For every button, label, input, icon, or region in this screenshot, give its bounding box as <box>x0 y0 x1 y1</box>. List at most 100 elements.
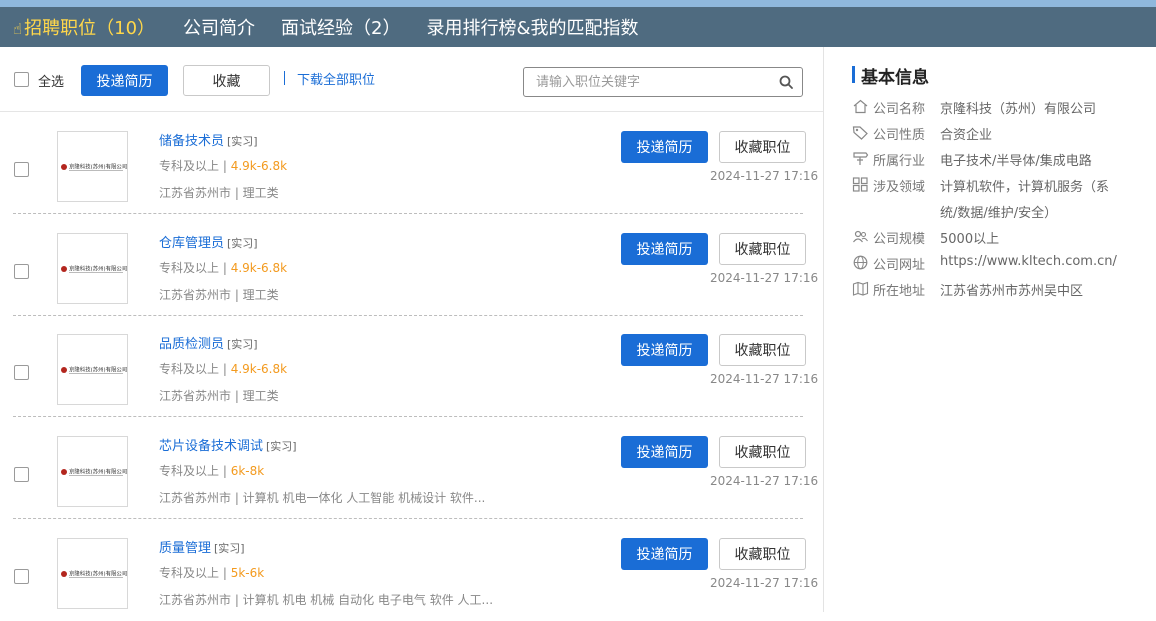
info-value: 5000以上 <box>940 232 1000 247</box>
favorite-job-button[interactable]: 收藏职位 <box>719 436 806 468</box>
company-website-link[interactable]: https://www.kltech.com.cn/ <box>940 254 1117 269</box>
job-post-date: 2024-11-27 17:16 <box>710 372 819 386</box>
job-search-input[interactable] <box>534 74 768 91</box>
job-row: 京隆科技(苏州)有限公司 质量管理 [实习] 专科及以上 | 5k-6k 江苏省苏… <box>0 519 823 621</box>
info-label: 公司网址 <box>873 258 926 273</box>
job-title-text[interactable]: 仓库管理员 <box>159 236 224 251</box>
company-nav-bar: ☝ 招聘职位（10） 公司简介 面试经验（2） 录用排行榜&我的匹配指数 <box>0 7 1156 47</box>
job-salary: 4.9k-6.8k <box>230 159 288 173</box>
apply-button[interactable]: 投递简历 <box>621 334 708 366</box>
company-logo: 京隆科技(苏州)有限公司 <box>57 334 128 405</box>
download-all-jobs-link[interactable]: 下载全部职位 <box>297 69 375 88</box>
job-type-tag: [实习] <box>266 440 297 453</box>
logo-underline <box>69 475 123 476</box>
job-requirement: 专科及以上 | 4.9k-6.8k <box>159 159 288 173</box>
logo-seal-icon <box>61 367 67 373</box>
map-icon <box>852 281 869 296</box>
job-education: 专科及以上 <box>159 464 220 478</box>
apply-button[interactable]: 投递简历 <box>621 538 708 570</box>
select-all-checkbox[interactable] <box>14 72 29 87</box>
favorite-job-button[interactable]: 收藏职位 <box>719 233 806 265</box>
info-label: 所在地址 <box>873 284 926 299</box>
job-title-text[interactable]: 品质检测员 <box>159 337 224 352</box>
apply-button[interactable]: 投递简历 <box>621 131 708 163</box>
job-title[interactable]: 芯片设备技术调试 [实习] <box>159 435 297 454</box>
grid-icon <box>852 177 868 192</box>
toolbar-separator <box>284 71 285 85</box>
tag-icon <box>852 126 868 140</box>
job-type-tag: [实习] <box>227 338 258 351</box>
logo-seal-icon <box>61 164 67 170</box>
job-checkbox[interactable] <box>14 467 29 482</box>
job-title[interactable]: 仓库管理员 [实习] <box>159 232 258 251</box>
info-value: 计算机软件，计算机服务（系 <box>940 180 1110 195</box>
job-row: 京隆科技(苏州)有限公司 仓库管理员 [实习] 专科及以上 | 4.9k-6.8k… <box>0 214 823 316</box>
job-row: 京隆科技(苏州)有限公司 芯片设备技术调试 [实习] 专科及以上 | 6k-8k … <box>0 417 823 519</box>
select-all-label: 全选 <box>38 75 65 90</box>
job-location: 江苏省苏州市 | 理工类 <box>159 288 279 302</box>
job-requirement: 专科及以上 | 4.9k-6.8k <box>159 362 288 376</box>
info-label: 所属行业 <box>873 154 926 169</box>
job-salary: 4.9k-6.8k <box>230 362 288 376</box>
job-post-date: 2024-11-27 17:16 <box>710 474 819 488</box>
search-icon[interactable] <box>779 75 793 89</box>
batch-apply-button[interactable]: 投递简历 <box>81 65 168 96</box>
batch-favorite-button[interactable]: 收藏 <box>183 65 270 96</box>
job-title-text[interactable]: 芯片设备技术调试 <box>159 439 263 454</box>
tab-interview-experience[interactable]: 面试经验（2） <box>281 14 400 40</box>
job-salary: 5k-6k <box>230 566 265 580</box>
logo-seal-icon <box>61 571 67 577</box>
job-location: 江苏省苏州市 | 理工类 <box>159 186 279 200</box>
logo-underline <box>69 373 123 374</box>
job-salary: 6k-8k <box>230 464 265 478</box>
job-title-text[interactable]: 质量管理 <box>159 541 211 556</box>
job-education: 专科及以上 <box>159 159 220 173</box>
job-type-tag: [实习] <box>227 135 258 148</box>
job-post-date: 2024-11-27 17:16 <box>710 576 819 590</box>
info-label: 涉及领域 <box>873 180 926 195</box>
tab-jobs[interactable]: ☝ 招聘职位（10） <box>13 14 155 40</box>
job-requirement: 专科及以上 | 4.9k-6.8k <box>159 261 288 275</box>
job-education: 专科及以上 <box>159 261 220 275</box>
job-row: 京隆科技(苏州)有限公司 储备技术员 [实习] 专科及以上 | 4.9k-6.8k… <box>0 112 823 214</box>
tab-jobs-label: 招聘职位（10） <box>24 18 156 39</box>
job-post-date: 2024-11-27 17:16 <box>710 271 819 285</box>
job-checkbox[interactable] <box>14 365 29 380</box>
info-value: 京隆科技（苏州）有限公司 <box>940 102 1097 117</box>
job-education: 专科及以上 <box>159 362 220 376</box>
hand-pointer-icon: ☝ <box>13 20 23 38</box>
favorite-job-button[interactable]: 收藏职位 <box>719 131 806 163</box>
apply-button[interactable]: 投递简历 <box>621 233 708 265</box>
job-row: 京隆科技(苏州)有限公司 品质检测员 [实习] 专科及以上 | 4.9k-6.8k… <box>0 315 823 417</box>
signpost-icon <box>853 152 869 165</box>
info-value: 电子技术/半导体/集成电路 <box>940 154 1092 169</box>
logo-seal-icon <box>61 266 67 272</box>
favorite-job-button[interactable]: 收藏职位 <box>719 538 806 570</box>
company-logo: 京隆科技(苏州)有限公司 <box>57 131 128 202</box>
job-requirement: 专科及以上 | 5k-6k <box>159 566 265 580</box>
job-location: 江苏省苏州市 | 理工类 <box>159 389 279 403</box>
tab-ranking[interactable]: 录用排行榜&我的匹配指数 <box>427 14 639 40</box>
apply-button[interactable]: 投递简历 <box>621 436 708 468</box>
company-logo: 京隆科技(苏州)有限公司 <box>57 436 128 507</box>
company-logo: 京隆科技(苏州)有限公司 <box>57 233 128 304</box>
job-title[interactable]: 品质检测员 [实习] <box>159 333 258 352</box>
job-title[interactable]: 储备技术员 [实习] <box>159 130 258 149</box>
job-checkbox[interactable] <box>14 569 29 584</box>
favorite-job-button[interactable]: 收藏职位 <box>719 334 806 366</box>
company-info-panel: 基本信息 公司名称 京隆科技（苏州）有限公司 公司性质 合资企业 所属行业 电子… <box>824 47 1156 612</box>
job-title[interactable]: 质量管理 [实习] <box>159 537 245 556</box>
job-salary: 4.9k-6.8k <box>230 261 288 275</box>
job-type-tag: [实习] <box>214 542 245 555</box>
logo-underline <box>69 272 123 273</box>
job-checkbox[interactable] <box>14 162 29 177</box>
home-icon <box>853 99 868 114</box>
job-title-text[interactable]: 储备技术员 <box>159 134 224 149</box>
job-requirement: 专科及以上 | 6k-8k <box>159 464 265 478</box>
company-logo: 京隆科技(苏州)有限公司 <box>57 538 128 609</box>
job-checkbox[interactable] <box>14 264 29 279</box>
info-value: 江苏省苏州市苏州吴中区 <box>940 284 1084 299</box>
section-title: 基本信息 <box>861 68 929 88</box>
info-value: 合资企业 <box>940 128 993 143</box>
tab-company-intro[interactable]: 公司简介 <box>183 14 255 40</box>
